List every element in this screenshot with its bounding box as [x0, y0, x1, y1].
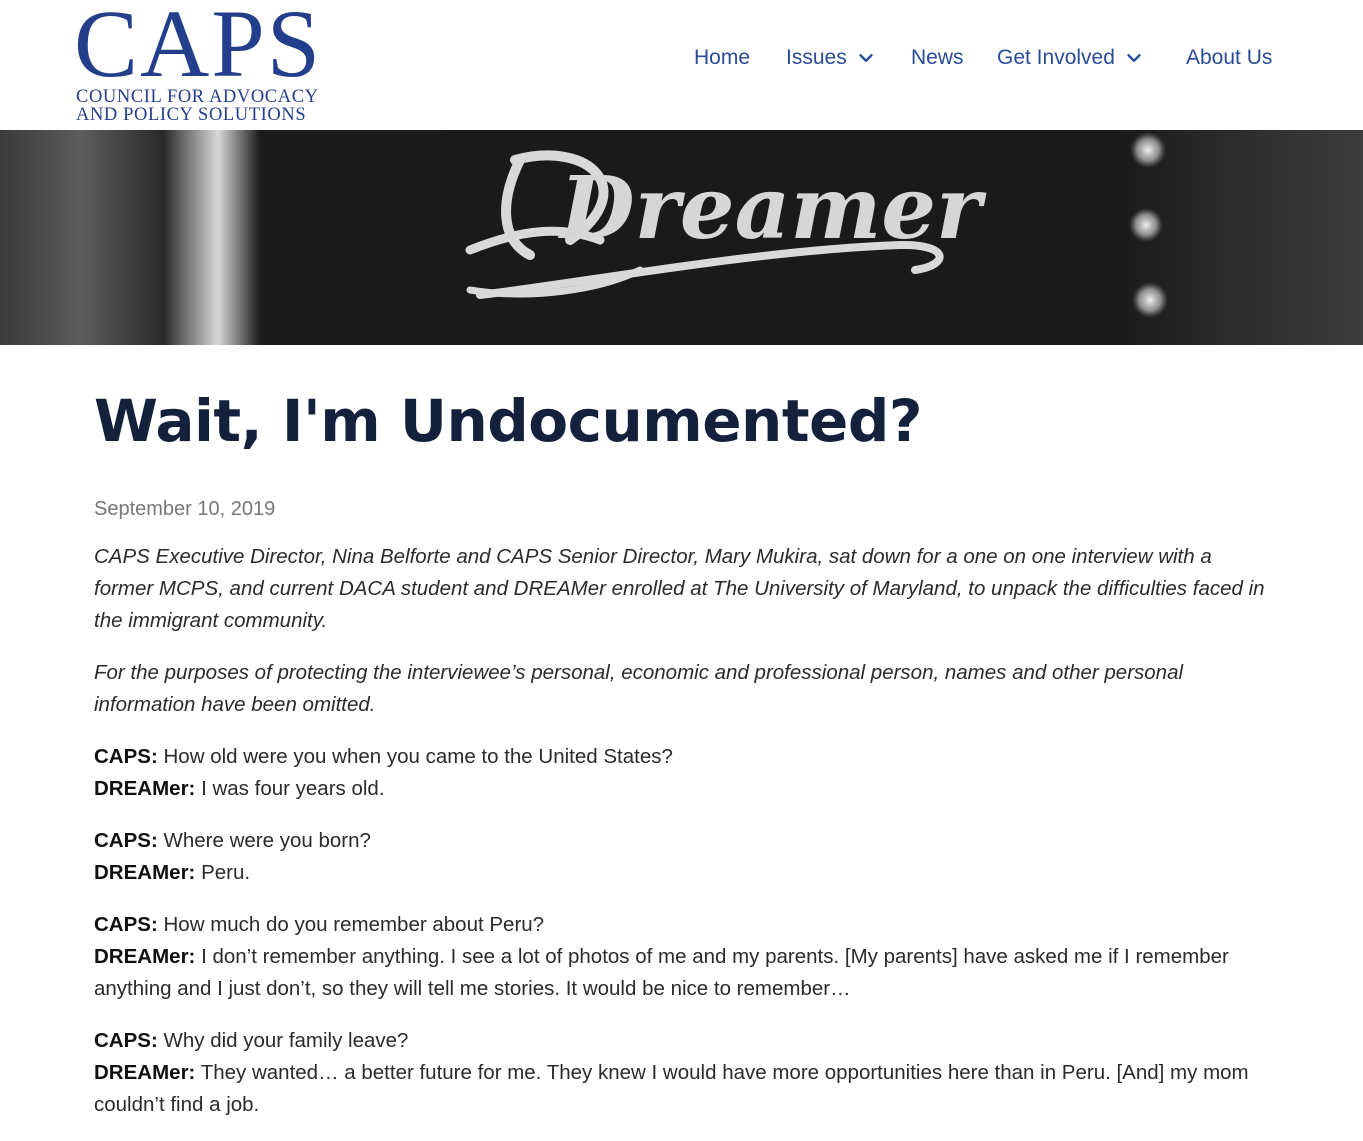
- answer-line: DREAMer: Peru.: [94, 857, 1274, 889]
- qa-block: CAPS: How much do you remember about Per…: [94, 909, 1274, 1005]
- answer-text: Peru.: [201, 861, 251, 884]
- answer-text: I was four years old.: [201, 777, 385, 800]
- answer-text: They wanted… a better future for me. The…: [94, 1061, 1249, 1116]
- question-text: How much do you remember about Peru?: [163, 913, 545, 936]
- nav-about-us[interactable]: About Us: [1186, 46, 1272, 70]
- question-line: CAPS: How much do you remember about Per…: [94, 909, 1274, 941]
- answer-speaker: DREAMer:: [94, 945, 196, 968]
- question-text: Why did your family leave?: [163, 1029, 409, 1052]
- intro-text: For the purposes of protecting the inter…: [94, 661, 1184, 716]
- chevron-down-icon: [1127, 54, 1141, 62]
- main-nav: Home Issues News Get Involved About Us: [0, 46, 1363, 76]
- answer-speaker: DREAMer:: [94, 1061, 196, 1084]
- question-text: How old were you when you came to the Un…: [163, 745, 673, 768]
- site-header: CAPS COUNCIL FOR ADVOCACY AND POLICY SOL…: [0, 0, 1363, 130]
- logo-subtitle-line1: COUNCIL FOR ADVOCACY: [76, 87, 319, 107]
- nav-news-label: News: [911, 46, 964, 69]
- nav-home[interactable]: Home: [694, 46, 750, 70]
- nav-get-involved[interactable]: Get Involved: [997, 46, 1145, 70]
- answer-line: DREAMer: I was four years old.: [94, 773, 1274, 805]
- answer-text: I don’t remember anything. I see a lot o…: [94, 945, 1229, 1000]
- hero-banner-image: Dreamer: [0, 130, 1363, 345]
- article-intro-paragraph-2: For the purposes of protecting the inter…: [94, 657, 1274, 721]
- question-line: CAPS: Where were you born?: [94, 825, 1274, 857]
- answer-line: DREAMer: They wanted… a better future fo…: [94, 1057, 1274, 1121]
- nav-home-label: Home: [694, 46, 751, 69]
- dreamer-sweatshirt-photo: Dreamer: [0, 130, 1363, 345]
- logo-subtitle: COUNCIL FOR ADVOCACY AND POLICY SOLUTION…: [76, 87, 319, 125]
- answer-line: DREAMer: I don’t remember anything. I se…: [94, 941, 1274, 1005]
- article-date: September 10, 2019: [94, 498, 276, 520]
- question-text: Where were you born?: [163, 829, 371, 852]
- qa-block: CAPS: How old were you when you came to …: [94, 741, 1274, 805]
- nav-get-involved-label: Get Involved: [997, 46, 1115, 69]
- question-speaker: CAPS:: [94, 1029, 158, 1052]
- question-speaker: CAPS:: [94, 829, 158, 852]
- question-line: CAPS: How old were you when you came to …: [94, 741, 1274, 773]
- question-line: CAPS: Why did your family leave?: [94, 1025, 1274, 1057]
- qa-block: CAPS: Why did your family leave? DREAMer…: [94, 1025, 1274, 1121]
- article-title: Wait, I'm Undocumented?: [94, 387, 923, 455]
- nav-news[interactable]: News: [911, 46, 964, 70]
- chevron-down-icon: [859, 54, 873, 62]
- question-speaker: CAPS:: [94, 745, 158, 768]
- hero-embroidered-text: Dreamer: [557, 158, 987, 259]
- answer-speaker: DREAMer:: [94, 861, 196, 884]
- answer-speaker: DREAMer:: [94, 777, 196, 800]
- logo-subtitle-line2: AND POLICY SOLUTIONS: [76, 105, 307, 125]
- article-intro-paragraph-1: CAPS Executive Director, Nina Belforte a…: [94, 541, 1274, 637]
- qa-block: CAPS: Where were you born? DREAMer: Peru…: [94, 825, 1274, 889]
- intro-text: CAPS Executive Director, Nina Belforte a…: [94, 545, 1265, 632]
- question-speaker: CAPS:: [94, 913, 158, 936]
- nav-about-us-label: About Us: [1186, 46, 1273, 69]
- nav-issues[interactable]: Issues: [786, 46, 877, 70]
- nav-issues-label: Issues: [786, 46, 847, 69]
